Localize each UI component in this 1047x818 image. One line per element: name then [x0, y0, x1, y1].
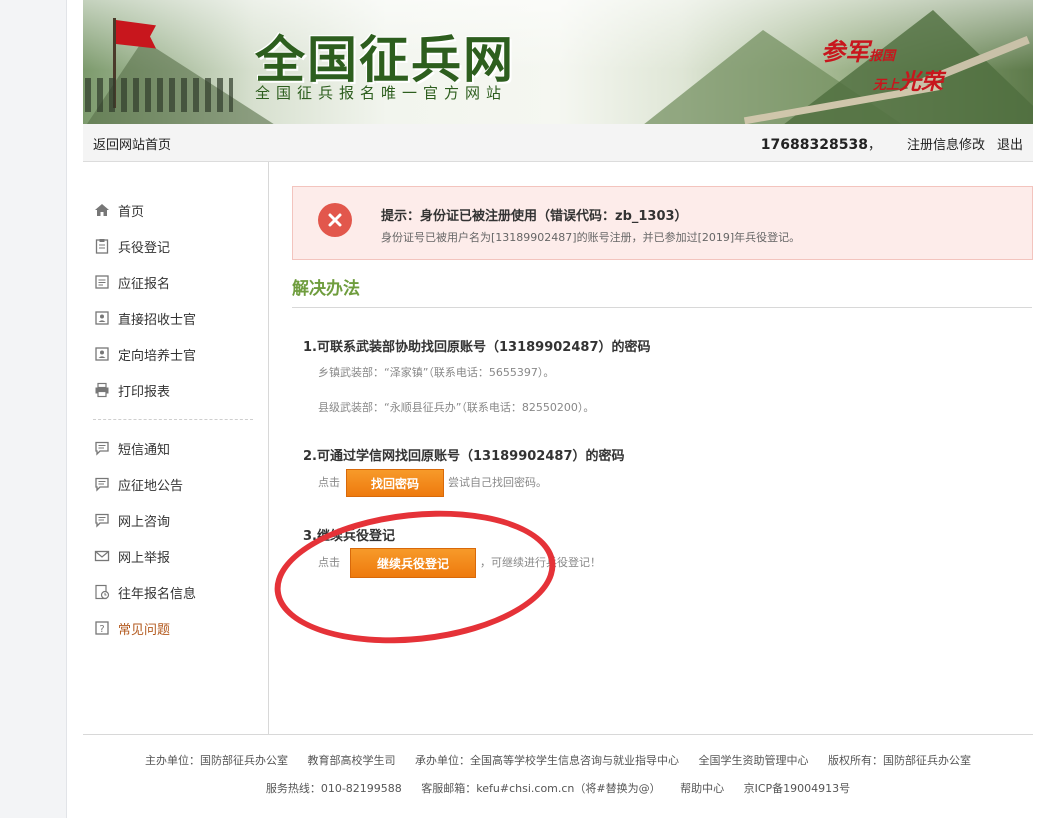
solution-heading: 解决办法: [292, 279, 360, 299]
red-circle-annotation: [267, 497, 563, 657]
sidebar-item-label: 往年报名信息: [118, 586, 197, 602]
slogan-text-small: 报国: [869, 49, 896, 64]
sidebar-divider: [93, 419, 253, 420]
footer-text: 承办单位：全国高等学校学生信息咨询与就业指导中心: [415, 754, 679, 767]
slogan-text-small: 无上: [873, 78, 900, 93]
edit-registration-link[interactable]: 注册信息修改: [907, 138, 985, 153]
footer-email: 客服邮箱：kefu#chsi.com.cn（将#替换为@）: [421, 782, 661, 795]
printer-icon: [93, 381, 111, 399]
question-icon: ?: [93, 619, 111, 637]
sidebar: 首页 兵役登记 应征报名 直接招收士官 定向培养士官 打印报表 短信通知 应征地…: [83, 162, 269, 734]
id-card-icon: [93, 345, 111, 363]
sidebar-item-label: 短信通知: [118, 442, 171, 458]
sidebar-item-military-registration[interactable]: 兵役登记: [93, 228, 258, 264]
sidebar-item-online-consult[interactable]: 网上咨询: [93, 502, 258, 538]
sidebar-item-online-report[interactable]: 网上举报: [93, 538, 258, 574]
slogan-text: 参军: [821, 37, 869, 66]
sidebar-item-label: 打印报表: [118, 384, 171, 400]
sidebar-item-local-announcement[interactable]: 应征地公告: [93, 466, 258, 502]
sidebar-item-label: 应征地公告: [118, 478, 184, 494]
sidebar-item-label: 兵役登记: [118, 240, 171, 256]
footer-divider: [83, 734, 1033, 735]
sidebar-item-sms-notice[interactable]: 短信通知: [93, 430, 258, 466]
slogan-text: 光荣: [899, 69, 944, 95]
step-1-title: 1.可联系武装部协助找回原账号（13189902487）的密码: [303, 340, 651, 355]
sidebar-item-label: 常见问题: [118, 622, 171, 638]
svg-text:?: ?: [99, 624, 104, 635]
step-2-title: 2.可通过学信网找回原账号（13189902487）的密码: [303, 449, 625, 464]
sidebar-item-past-registration[interactable]: 往年报名信息: [93, 574, 258, 610]
alert-description: 身份证号已被用户名为[13189902487]的账号注册，并已参加过[2019]…: [381, 231, 801, 244]
footer-help-link[interactable]: 帮助中心: [680, 782, 724, 795]
site-banner: 全国征兵网 全国征兵报名唯一官方网站 参军报国 无上光荣: [83, 0, 1033, 124]
clipboard-icon: [93, 237, 111, 255]
sidebar-item-label: 应征报名: [118, 276, 171, 292]
sidebar-item-enlistment-signup[interactable]: 应征报名: [93, 264, 258, 300]
error-alert: 提示：身份证已被注册使用（错误代码：zb_1303） 身份证号已被用户名为[13…: [292, 186, 1033, 260]
message-icon: [93, 439, 111, 457]
step-1-county: 县级武装部：“永顺县征兵办”（联系电话：82550200）。: [318, 401, 595, 414]
slogan-line-1: 参军报国: [821, 32, 895, 67]
sidebar-item-home[interactable]: 首页: [93, 192, 258, 228]
sidebar-item-label: 网上咨询: [118, 514, 171, 530]
sidebar-nav-primary: 首页 兵役登记 应征报名 直接招收士官 定向培养士官 打印报表: [93, 192, 258, 408]
sidebar-nav-secondary: 短信通知 应征地公告 网上咨询 网上举报 往年报名信息 ? 常见问题: [93, 430, 258, 646]
footer-organizers: 主办单位：国防部征兵办公室 教育部高校学生司 承办单位：全国高等学校学生信息咨询…: [83, 752, 1033, 768]
sidebar-item-label: 网上举报: [118, 550, 171, 566]
retrieve-password-button[interactable]: 找回密码: [346, 469, 444, 497]
footer-hotline: 服务热线：010-82199588: [265, 782, 402, 795]
document-icon: [93, 273, 111, 291]
history-icon: [93, 583, 111, 601]
left-gutter: [0, 0, 67, 818]
user-toolbar: 返回网站首页 17688328538， 注册信息修改 退出: [83, 124, 1033, 162]
footer-text: 教育部高校学生司: [307, 754, 396, 767]
soldiers-image: [85, 78, 233, 112]
error-x-icon: [318, 203, 352, 237]
user-actions: 17688328538， 注册信息修改 退出: [761, 134, 1023, 153]
id-card-icon: [93, 309, 111, 327]
mail-icon: [93, 547, 111, 565]
username-phone: 17688328538: [760, 137, 868, 153]
comma-separator: ，: [867, 138, 881, 153]
logout-link[interactable]: 退出: [997, 138, 1023, 153]
alert-title: 提示：身份证已被注册使用（错误代码：zb_1303）: [381, 209, 688, 224]
footer-text: 主办单位：国防部征兵办公室: [145, 754, 288, 767]
footer-contacts: 服务热线：010-82199588 客服邮箱：kefu#chsi.com.cn（…: [83, 780, 1033, 796]
back-home-link[interactable]: 返回网站首页: [93, 134, 171, 153]
step-2-suffix: 尝试自己找回密码。: [448, 476, 547, 489]
site-subtitle: 全国征兵报名唯一官方网站: [255, 84, 508, 102]
sidebar-item-label: 直接招收士官: [118, 312, 197, 328]
footer-icp-link[interactable]: 京ICP备19004913号: [744, 782, 851, 795]
sidebar-item-directed-nco[interactable]: 定向培养士官: [93, 336, 258, 372]
solution-divider: [292, 307, 1032, 308]
sidebar-item-label: 定向培养士官: [118, 348, 197, 364]
message-icon: [93, 475, 111, 493]
page: 全国征兵网 全国征兵报名唯一官方网站 参军报国 无上光荣 返回网站首页 1768…: [83, 0, 1033, 818]
slogan-line-2: 无上光荣: [873, 64, 943, 96]
message-icon: [93, 511, 111, 529]
step-2-prefix: 点击: [318, 476, 340, 489]
home-icon: [93, 201, 111, 219]
sidebar-item-faq[interactable]: ? 常见问题: [93, 610, 258, 646]
footer-text: 全国学生资助管理中心: [698, 754, 809, 767]
sidebar-item-print-report[interactable]: 打印报表: [93, 372, 258, 408]
footer-text: 版权所有：国防部征兵办公室: [828, 754, 971, 767]
step-1-township: 乡镇武装部：“泽家镇”（联系电话：5655397）。: [318, 366, 555, 379]
sidebar-item-label: 首页: [118, 204, 145, 220]
sidebar-item-direct-nco[interactable]: 直接招收士官: [93, 300, 258, 336]
